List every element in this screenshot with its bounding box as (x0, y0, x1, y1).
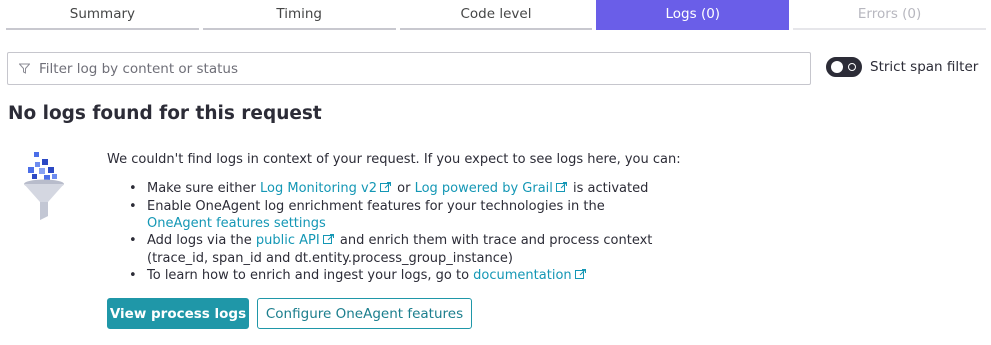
tab-errors: Errors (0) (793, 0, 986, 30)
list-item-text: To learn how to enrich and ingest your l… (147, 268, 474, 283)
strict-span-filter[interactable]: Strict span filter (826, 57, 978, 77)
public-api-link[interactable]: public API (256, 233, 320, 248)
list-item-text: Make sure either (147, 181, 261, 196)
list-item-text: Enable OneAgent log enrichment features … (147, 199, 605, 214)
empty-state-body: We couldn't find logs in context of your… (107, 151, 987, 285)
external-link-icon (555, 181, 567, 198)
oneagent-features-settings-link[interactable]: OneAgent features settings (147, 216, 326, 231)
log-monitoring-v2-link[interactable]: Log Monitoring v2 (260, 181, 377, 196)
view-process-logs-button[interactable]: View process logs (107, 298, 249, 329)
tab-code-level[interactable]: Code level (399, 0, 593, 30)
documentation-link[interactable]: documentation (473, 268, 571, 283)
external-link-icon (574, 268, 586, 285)
configure-oneagent-features-button[interactable]: Configure OneAgent features (257, 298, 472, 329)
tab-logs[interactable]: Logs (0) (596, 0, 790, 30)
list-item: Enable OneAgent log enrichment features … (129, 198, 669, 232)
external-link-icon (322, 233, 334, 250)
external-link-icon (379, 181, 391, 198)
strict-span-filter-label: Strict span filter (870, 59, 979, 75)
tab-bar: Summary Timing Code level Logs (0) Error… (6, 0, 986, 30)
list-item-text: or (392, 181, 415, 196)
suggestion-list: Make sure either Log Monitoring v2 or Lo… (129, 180, 987, 285)
tab-summary[interactable]: Summary (6, 0, 199, 30)
strict-span-filter-toggle[interactable] (826, 57, 862, 77)
list-item-text: is activated (568, 181, 649, 196)
empty-state-intro: We couldn't find logs in context of your… (107, 152, 681, 167)
toggle-knob (831, 61, 843, 73)
log-filter-field[interactable] (7, 52, 811, 85)
log-filter-input[interactable] (39, 60, 779, 77)
list-item: Add logs via the public API and enrich t… (129, 232, 669, 267)
list-item: Make sure either Log Monitoring v2 or Lo… (129, 180, 987, 198)
toggle-off-indicator-icon (848, 63, 856, 71)
tab-timing[interactable]: Timing (202, 0, 396, 30)
empty-state-title: No logs found for this request (8, 103, 322, 124)
filter-funnel-icon (18, 63, 30, 75)
list-item-text: Add logs via the (147, 233, 256, 248)
funnel-illustration (22, 150, 66, 224)
log-powered-by-grail-link[interactable]: Log powered by Grail (415, 181, 553, 196)
list-item: To learn how to enrich and ingest your l… (129, 267, 987, 285)
action-buttons: View process logs Configure OneAgent fea… (107, 298, 472, 329)
